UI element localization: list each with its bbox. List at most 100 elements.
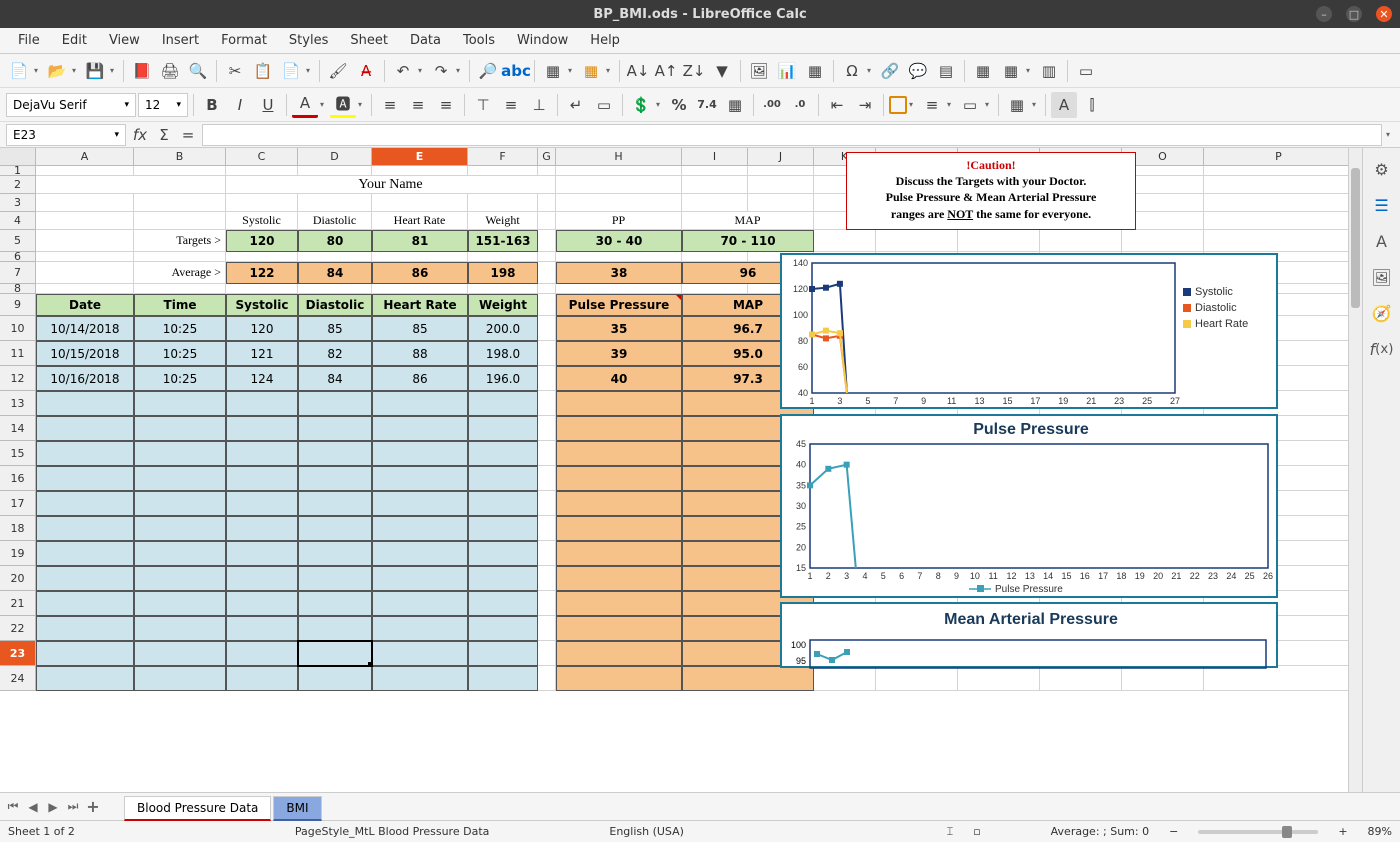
formula-input[interactable] xyxy=(202,124,1382,146)
row-header-14[interactable]: 14 xyxy=(0,416,36,441)
valign-mid-icon[interactable]: ≡ xyxy=(498,92,524,118)
status-stats[interactable]: Average: ; Sum: 0 xyxy=(1051,825,1149,838)
valign-top-icon[interactable]: ⊤ xyxy=(470,92,496,118)
spellcheck-icon[interactable]: abc xyxy=(503,58,529,84)
row-header-7[interactable]: 7 xyxy=(0,262,36,284)
tab-last-icon[interactable]: ⏭ xyxy=(64,798,82,816)
col-header-G[interactable]: G xyxy=(538,148,556,165)
undo-dropdown[interactable]: ▾ xyxy=(418,66,426,75)
sidebar-navigator-icon[interactable]: 🧭 xyxy=(1369,300,1395,326)
border-dropdown[interactable]: ▾ xyxy=(909,100,917,109)
chart-pulse-pressure[interactable]: Pulse Pressure15202530354045123456789101… xyxy=(780,414,1278,598)
row-header-24[interactable]: 24 xyxy=(0,666,36,691)
underline-icon[interactable]: U xyxy=(255,92,281,118)
zoom-in-icon[interactable]: + xyxy=(1338,825,1347,838)
tab-prev-icon[interactable]: ◀ xyxy=(24,798,42,816)
row-header-2[interactable]: 2 xyxy=(0,176,36,194)
close-button[interactable]: ✕ xyxy=(1376,6,1392,22)
menu-window[interactable]: Window xyxy=(507,29,578,52)
font-name-select[interactable]: DejaVu Serif▾ xyxy=(6,93,136,117)
menu-tools[interactable]: Tools xyxy=(453,29,505,52)
cut-icon[interactable]: ✂ xyxy=(222,58,248,84)
border-style-dropdown[interactable]: ▾ xyxy=(947,100,955,109)
status-lang[interactable]: English (USA) xyxy=(609,825,684,838)
sidebar-settings-icon[interactable]: ⚙ xyxy=(1369,156,1395,182)
col-header-I[interactable]: I xyxy=(682,148,748,165)
font-size-select[interactable]: 12▾ xyxy=(138,93,188,117)
dec-dec-icon[interactable]: .0 xyxy=(787,92,813,118)
formula-icon[interactable]: = xyxy=(178,122,198,148)
sum-icon[interactable]: Σ xyxy=(154,122,174,148)
col-header-A[interactable]: A xyxy=(36,148,134,165)
redo-dropdown[interactable]: ▾ xyxy=(456,66,464,75)
tab-add-icon[interactable]: + xyxy=(84,798,102,816)
bold-icon[interactable]: B xyxy=(199,92,225,118)
row-header-21[interactable]: 21 xyxy=(0,591,36,616)
maximize-button[interactable]: □ xyxy=(1346,6,1362,22)
autofilter-icon[interactable]: ▼ xyxy=(709,58,735,84)
font-color-icon[interactable]: A xyxy=(292,92,318,118)
new-icon[interactable]: 📄 xyxy=(6,58,32,84)
column-headers[interactable]: ABCDEFGHIJKLMNOP xyxy=(0,148,1362,166)
sort-desc-icon[interactable]: A↑ xyxy=(653,58,679,84)
find-icon[interactable]: 🔎 xyxy=(475,58,501,84)
formula-expand[interactable]: ▾ xyxy=(1386,130,1394,139)
row-dropdown[interactable]: ▾ xyxy=(568,66,576,75)
date-icon[interactable]: ▦ xyxy=(722,92,748,118)
comment-icon[interactable]: 💬 xyxy=(905,58,931,84)
split-icon[interactable]: ▥ xyxy=(1036,58,1062,84)
align-left-icon[interactable]: ≡ xyxy=(377,92,403,118)
freeze-dropdown[interactable]: ▾ xyxy=(1026,66,1034,75)
headers-icon[interactable]: ▤ xyxy=(933,58,959,84)
row-header-1[interactable]: 1 xyxy=(0,166,36,176)
indent-inc-icon[interactable]: ⇥ xyxy=(852,92,878,118)
clear-format-icon[interactable]: A̶ xyxy=(353,58,379,84)
vertical-scrollbar[interactable] xyxy=(1348,148,1362,792)
chart-map[interactable]: Mean Arterial Pressure10095 xyxy=(780,602,1278,668)
row-header-19[interactable]: 19 xyxy=(0,541,36,566)
spreadsheet-grid[interactable]: ABCDEFGHIJKLMNOP 12345678910111213141516… xyxy=(0,148,1362,792)
undo-icon[interactable]: ↶ xyxy=(390,58,416,84)
row-header-11[interactable]: 11 xyxy=(0,341,36,366)
status-selection-mode[interactable]: ▫ xyxy=(973,825,980,838)
special-char-dropdown[interactable]: ▾ xyxy=(867,66,875,75)
paste-dropdown[interactable]: ▾ xyxy=(306,66,314,75)
cell-reference-input[interactable]: E23▾ xyxy=(6,124,126,146)
sidebar-gallery-icon[interactable]: 🖼 xyxy=(1369,264,1395,290)
pdf-icon[interactable]: 📕 xyxy=(129,58,155,84)
italic-icon[interactable]: I xyxy=(227,92,253,118)
col-header-F[interactable]: F xyxy=(468,148,538,165)
paste-icon[interactable]: 📄 xyxy=(278,58,304,84)
sidebar-styles-icon[interactable]: A xyxy=(1369,228,1395,254)
autoformat-icon[interactable]: ▦ xyxy=(1004,92,1030,118)
row-header-16[interactable]: 16 xyxy=(0,466,36,491)
percent-icon[interactable]: % xyxy=(666,92,692,118)
hyperlink-icon[interactable]: 🔗 xyxy=(877,58,903,84)
chart-systolic-diastolic-hr[interactable]: 40608010012014013579111315171921232527Sy… xyxy=(780,253,1278,409)
autoformat-dropdown[interactable]: ▾ xyxy=(1032,100,1040,109)
menu-view[interactable]: View xyxy=(99,29,150,52)
clone-format-icon[interactable]: 🖌 xyxy=(325,58,351,84)
sort-asc-icon[interactable]: A↓ xyxy=(625,58,651,84)
menu-file[interactable]: File xyxy=(8,29,50,52)
sidebar-functions-icon[interactable]: f(x) xyxy=(1369,336,1395,362)
special-char-icon[interactable]: Ω xyxy=(839,58,865,84)
highlight-dropdown[interactable]: ▾ xyxy=(358,100,366,109)
image-icon[interactable]: 🖼 xyxy=(746,58,772,84)
menu-styles[interactable]: Styles xyxy=(279,29,338,52)
save-dropdown[interactable]: ▾ xyxy=(110,66,118,75)
sheet-tab-bmi[interactable]: BMI xyxy=(273,796,321,821)
sort-za-icon[interactable]: Z↓ xyxy=(681,58,707,84)
minimize-button[interactable]: – xyxy=(1316,6,1332,22)
row-header-18[interactable]: 18 xyxy=(0,516,36,541)
valign-bot-icon[interactable]: ⊥ xyxy=(526,92,552,118)
row-header-4[interactable]: 4 xyxy=(0,212,36,230)
row-header-8[interactable]: 8 xyxy=(0,284,36,294)
col-header-P[interactable]: P xyxy=(1204,148,1354,165)
zoom-out-icon[interactable]: − xyxy=(1169,825,1178,838)
status-insert-mode[interactable]: ⌶ xyxy=(947,825,954,839)
function-wizard-icon[interactable]: fx xyxy=(130,122,150,148)
row-header-22[interactable]: 22 xyxy=(0,616,36,641)
menu-help[interactable]: Help xyxy=(580,29,630,52)
cond-format-icon[interactable]: A xyxy=(1051,92,1077,118)
